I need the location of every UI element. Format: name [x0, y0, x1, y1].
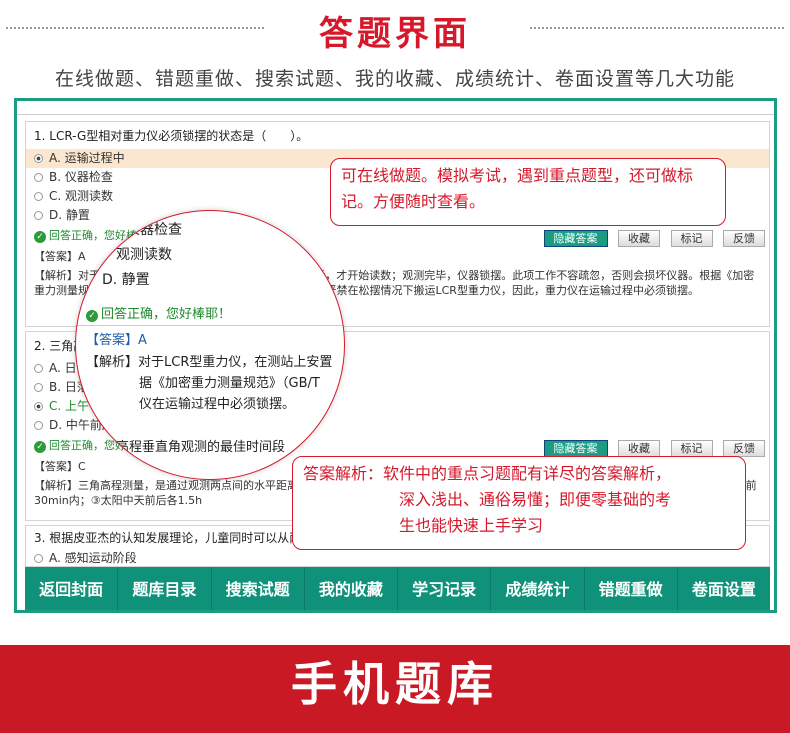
- radio-icon[interactable]: [34, 154, 43, 163]
- check-icon: ✓: [34, 441, 46, 453]
- mark-button[interactable]: 标记: [670, 230, 713, 247]
- top-strip: [17, 101, 774, 115]
- nav-history[interactable]: 学习记录: [398, 567, 492, 610]
- header: 答题界面: [0, 0, 790, 60]
- hide-answer-button[interactable]: 隐藏答案: [543, 230, 608, 247]
- magnifier: 仪器检查 观测读数 D. 静置 ✓ 回答正确，您好棒耶！ 【答案】A 【解析】对于…: [75, 210, 345, 480]
- action-buttons: 隐藏答案 收藏 标记 反馈: [537, 228, 765, 250]
- mark-button[interactable]: 标记: [670, 440, 713, 457]
- radio-icon[interactable]: [34, 421, 43, 430]
- lens-text: 观测读数: [116, 247, 172, 263]
- page-subtitle: 在线做题、错题重做、搜索试题、我的收藏、成绩统计、卷面设置等几大功能: [54, 68, 735, 90]
- lens-text: 仪器检查: [126, 222, 182, 238]
- nav-search[interactable]: 搜索试题: [212, 567, 305, 610]
- callout-analysis: 答案解析：软件中的重点习题配有详尽的答案解析， 深入浅出、通俗易懂；即便零基础的…: [292, 456, 746, 550]
- nav-redo[interactable]: 错题重做: [585, 567, 678, 610]
- callout-online: 可在线做题。模拟考试，遇到重点题型，还可做标记。方便随时查看。: [330, 158, 726, 226]
- radio-icon[interactable]: [34, 173, 43, 182]
- radio-icon[interactable]: [34, 402, 43, 411]
- lens-question: 高程垂直角观测的最佳时间段: [116, 440, 286, 455]
- nav-settings[interactable]: 卷面设置: [678, 567, 770, 610]
- radio-icon[interactable]: [34, 383, 43, 392]
- radio-icon[interactable]: [34, 192, 43, 201]
- lens-answer: 【答案】A: [86, 333, 147, 348]
- question-text: 1. LCR-G型相对重力仪必须锁摆的状态是（ ）。: [34, 129, 309, 143]
- feedback-button[interactable]: 反馈: [723, 440, 765, 457]
- nav-home[interactable]: 返回封面: [25, 567, 119, 610]
- check-icon: ✓: [86, 310, 98, 322]
- lens-result: ✓ 回答正确，您好棒耶！: [86, 303, 231, 322]
- bottom-nav: 返回封面 题库目录 搜索试题 我的收藏 学习记录 成绩统计 错题重做 卷面设置: [25, 567, 770, 610]
- footer-title: 手机题库: [291, 657, 499, 711]
- nav-stats[interactable]: 成绩统计: [491, 567, 585, 610]
- lens-analysis: 【解析】对于LCR型重力仪，在测站上安置: [86, 355, 333, 370]
- check-icon: ✓: [34, 231, 46, 243]
- hide-answer-button[interactable]: 隐藏答案: [543, 440, 608, 457]
- page-title: 答题界面: [319, 14, 471, 54]
- favorite-button[interactable]: 收藏: [618, 230, 660, 247]
- feedback-button[interactable]: 反馈: [723, 230, 765, 247]
- radio-icon[interactable]: [34, 364, 43, 373]
- nav-favorites[interactable]: 我的收藏: [305, 567, 398, 610]
- favorite-button[interactable]: 收藏: [618, 440, 660, 457]
- radio-icon[interactable]: [34, 211, 43, 220]
- divider: [76, 325, 344, 326]
- option-a[interactable]: A. 感知运动阶段: [26, 549, 769, 568]
- lens-text: D. 静置: [102, 272, 150, 288]
- lens-analysis: 据《加密重力测量规范》（GB/T: [139, 376, 320, 391]
- lens-analysis: 仪在运输过程中必须锁摆。: [139, 397, 296, 412]
- nav-catalog[interactable]: 题库目录: [118, 567, 212, 610]
- radio-icon[interactable]: [34, 554, 43, 563]
